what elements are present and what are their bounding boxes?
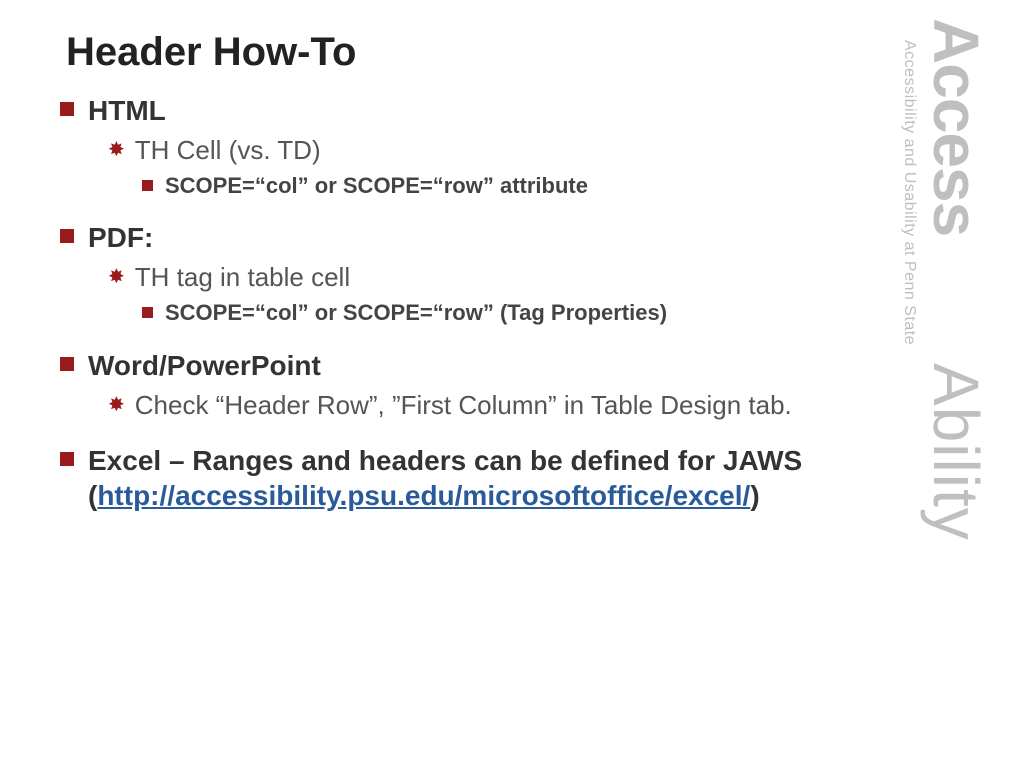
brand-sidebar: Accessibility and Usability at Penn Stat… [878, 18, 998, 748]
square-bullet-icon [60, 452, 74, 466]
star-bullet-icon: ✸ [108, 395, 125, 415]
excel-prefix: Excel – Ranges and headers can be define… [88, 445, 802, 476]
bullet-list: HTML ✸ TH Cell (vs. TD) SCOPE=“col” or S… [60, 93, 850, 513]
sub-label: TH Cell (vs. TD) [135, 134, 321, 168]
list-item: Word/PowerPoint ✸ Check “Header Row”, ”F… [60, 348, 850, 423]
item-label: Word/PowerPoint [88, 348, 321, 383]
paren-open: ( [88, 480, 97, 511]
star-bullet-icon: ✸ [108, 267, 125, 287]
paren-close: ) [750, 480, 759, 511]
list-item: ✸ TH tag in table cell SCOPE=“col” or SC… [108, 261, 850, 327]
item-label: PDF: [88, 220, 153, 255]
slide-body: Header How-To HTML ✸ TH Cell (vs. TD) [0, 0, 860, 768]
list-item: HTML ✸ TH Cell (vs. TD) SCOPE=“col” or S… [60, 93, 850, 200]
square-bullet-icon [142, 307, 153, 318]
excel-link[interactable]: http://accessibility.psu.edu/microsoftof… [97, 480, 750, 511]
sub-label: Check “Header Row”, ”First Column” in Ta… [135, 389, 792, 423]
item-label: Excel – Ranges and headers can be define… [88, 443, 802, 513]
square-bullet-icon [60, 229, 74, 243]
star-bullet-icon: ✸ [108, 140, 125, 160]
list-item: ✸ Check “Header Row”, ”First Column” in … [108, 389, 850, 423]
list-item: SCOPE=“col” or SCOPE=“row” attribute [142, 172, 850, 201]
square-bullet-icon [142, 180, 153, 191]
list-item: SCOPE=“col” or SCOPE=“row” (Tag Properti… [142, 299, 850, 328]
list-item: Excel – Ranges and headers can be define… [60, 443, 850, 513]
brand-word-access: Access [924, 18, 988, 236]
brand-tagline: Accessibility and Usability at Penn Stat… [900, 40, 918, 345]
detail-label: SCOPE=“col” or SCOPE=“row” (Tag Properti… [165, 299, 667, 328]
item-label: HTML [88, 93, 166, 128]
list-item: ✸ TH Cell (vs. TD) SCOPE=“col” or SCOPE=… [108, 134, 850, 200]
brand-word-ability: Ability [924, 363, 988, 541]
square-bullet-icon [60, 357, 74, 371]
slide-title: Header How-To [66, 30, 850, 75]
sub-label: TH tag in table cell [135, 261, 350, 295]
square-bullet-icon [60, 102, 74, 116]
detail-label: SCOPE=“col” or SCOPE=“row” attribute [165, 172, 588, 201]
list-item: PDF: ✸ TH tag in table cell SCOPE=“col” … [60, 220, 850, 327]
